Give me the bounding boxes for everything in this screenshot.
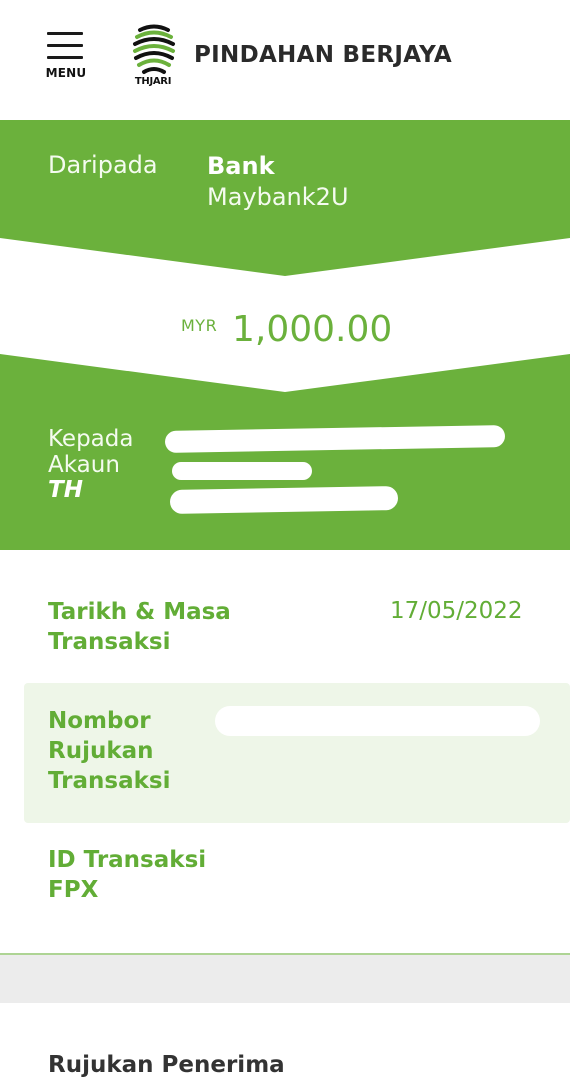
to-label-th: TH	[48, 477, 83, 503]
hamburger-icon	[47, 32, 83, 35]
app-header: MENU THJARI PINDAHAN BERJAYA	[0, 0, 570, 120]
thjari-logo: THJARI	[124, 22, 184, 92]
amount-value: 1,000.00	[232, 309, 393, 350]
to-label: Kepada Akaun	[48, 426, 133, 478]
recipient-reference-label: Rujukan Penerima	[48, 1052, 285, 1078]
menu-button[interactable]: MENU	[44, 32, 88, 80]
date-label: Tarikh & Masa Transaksi	[48, 599, 231, 655]
fpx-label: ID Transaksi FPX	[48, 847, 207, 903]
redacted-account-extra	[169, 486, 399, 514]
redacted-account-number	[172, 462, 312, 480]
date-value: 17/05/2022	[390, 598, 523, 624]
from-bank-title: Bank	[207, 152, 275, 180]
page-title: PINDAHAN BERJAYA	[194, 42, 453, 68]
from-bank-name: Maybank2U	[207, 183, 349, 211]
reference-label: Nombor Rujukan Transaksi	[48, 708, 171, 794]
redacted-reference	[215, 706, 540, 736]
logo-text: THJARI	[134, 76, 172, 87]
amount-currency: MYR	[181, 316, 218, 335]
to-label-line1: Kepada	[48, 426, 134, 452]
menu-label: MENU	[45, 66, 87, 80]
section-separator	[0, 955, 570, 1003]
to-label-line2: Akaun	[48, 452, 120, 478]
from-label: Daripada	[48, 151, 158, 179]
